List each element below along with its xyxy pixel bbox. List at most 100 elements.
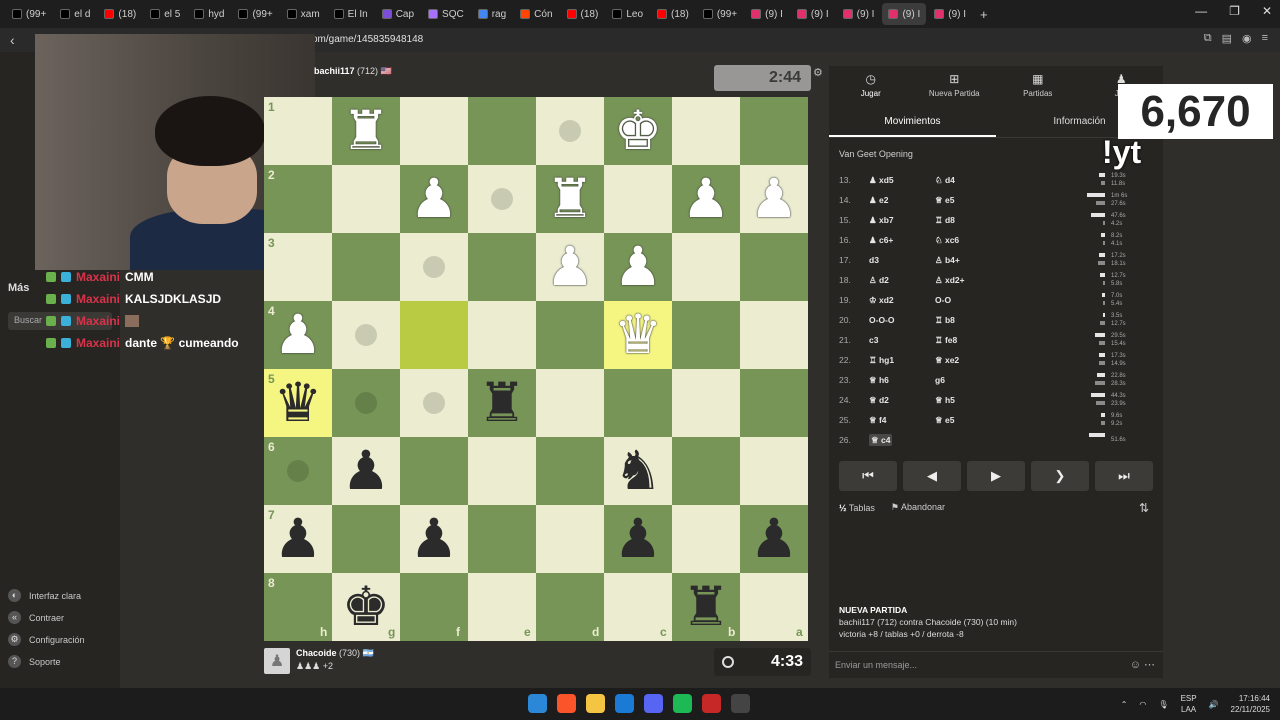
chess-piece[interactable]: ♟ xyxy=(740,165,808,233)
black-move[interactable]: ♘ d4 xyxy=(935,175,1035,186)
black-move[interactable]: ♙ xd2+ xyxy=(935,275,1035,286)
menu-icon[interactable]: ≡ xyxy=(1262,32,1268,45)
next-move-button[interactable]: ▶ xyxy=(967,461,1025,491)
black-move[interactable]: g6 xyxy=(935,375,1035,385)
browser-tab[interactable]: (18) xyxy=(651,3,695,25)
sidebar-item-settings[interactable]: ⚙ Configuración xyxy=(8,633,85,646)
bottom-player-name[interactable]: Chacoide xyxy=(296,648,337,658)
chess-piece[interactable]: ♟ xyxy=(400,505,468,573)
browser-tab[interactable]: (9) I xyxy=(928,3,972,25)
black-move[interactable]: O-O xyxy=(935,295,1035,305)
sidebar-more[interactable]: Más xyxy=(8,282,29,294)
board-square[interactable] xyxy=(672,437,740,505)
maximize-button[interactable]: ❐ xyxy=(1229,4,1240,18)
board-square[interactable] xyxy=(400,97,468,165)
last-move-button[interactable]: ⏭ xyxy=(1095,461,1153,491)
white-move[interactable]: ♟ e2 xyxy=(869,195,935,206)
board-square[interactable] xyxy=(468,233,536,301)
black-move[interactable]: ♕ h5 xyxy=(935,395,1035,406)
board-square[interactable] xyxy=(672,97,740,165)
chess-piece[interactable]: ♟ xyxy=(400,165,468,233)
board-square[interactable] xyxy=(468,437,536,505)
avatar[interactable]: ♟ xyxy=(264,648,290,674)
browser-tab[interactable]: SQC xyxy=(422,3,470,25)
chess-piece[interactable]: ♟ xyxy=(536,233,604,301)
browser-tab[interactable]: (9) I xyxy=(837,3,881,25)
board-square[interactable] xyxy=(468,97,536,165)
message-input[interactable]: Enviar un mensaje... ☺ ⋯ xyxy=(829,651,1163,678)
back-arrow-icon[interactable]: ‹ xyxy=(10,32,15,48)
white-move[interactable]: ♕ f4 xyxy=(869,415,935,426)
move-hint-dot[interactable] xyxy=(423,392,445,414)
board-square[interactable] xyxy=(468,301,536,369)
tab-games[interactable]: ▦ Partidas xyxy=(996,66,1080,104)
wifi-icon[interactable]: ◠ xyxy=(1139,700,1146,709)
board-square[interactable] xyxy=(740,301,808,369)
top-player-name[interactable]: bachii117 xyxy=(314,66,355,76)
browser-tab[interactable]: (99+ xyxy=(232,3,278,25)
white-move[interactable]: ♕ h6 xyxy=(869,375,935,386)
browser-tab[interactable]: rag xyxy=(472,3,512,25)
language-indicator[interactable]: ESP LAA xyxy=(1181,693,1197,715)
brave-icon[interactable] xyxy=(557,694,576,713)
board-square[interactable] xyxy=(672,301,740,369)
board-square[interactable] xyxy=(536,505,604,573)
browser-tab[interactable]: Cap xyxy=(376,3,420,25)
browser-tab[interactable]: el d xyxy=(54,3,96,25)
new-tab-button[interactable]: + xyxy=(974,3,994,25)
move-hint-dot[interactable] xyxy=(559,120,581,142)
white-move[interactable]: ♔ xd2 xyxy=(869,295,935,306)
board-square[interactable] xyxy=(400,437,468,505)
chess-piece[interactable]: ♜ xyxy=(536,165,604,233)
white-move[interactable]: d3 xyxy=(869,255,935,265)
black-move[interactable]: ♙ b4+ xyxy=(935,255,1035,266)
chess-piece[interactable]: ♞ xyxy=(604,437,672,505)
spotify-icon[interactable] xyxy=(673,694,692,713)
chess-piece[interactable]: ♛ xyxy=(264,369,332,437)
chess-piece[interactable]: ♟ xyxy=(740,505,808,573)
browser-tab[interactable]: Cón xyxy=(514,3,558,25)
chess-board[interactable]: 1 2 3 4 5 6 7 8 h g f e d c b a ♜ ♚ ♟ ♜ ♟ ♟ ♟ ♟ ♟ ♛ ♛ ♜ ♟ ♞ ♟ ♟ ♟ ♟ ♚ ♜ xyxy=(264,97,808,641)
white-move[interactable]: ♙ d2 xyxy=(869,275,935,286)
chess-piece[interactable]: ♜ xyxy=(332,97,400,165)
board-square[interactable] xyxy=(332,165,400,233)
browser-tab[interactable]: hyd xyxy=(188,3,230,25)
sidebar-item-support[interactable]: ? Soporte xyxy=(8,655,85,668)
board-square[interactable] xyxy=(740,369,808,437)
draw-button[interactable]: ½ Tablas xyxy=(839,503,875,513)
browser-tab[interactable]: Leo xyxy=(606,3,649,25)
forward-move-button[interactable]: ❯ xyxy=(1031,461,1089,491)
obs-icon[interactable] xyxy=(731,694,750,713)
board-square[interactable] xyxy=(400,301,468,369)
black-move[interactable]: ♕ xe2 xyxy=(935,355,1035,366)
browser-tab[interactable]: El In xyxy=(328,3,374,25)
board-square[interactable] xyxy=(740,437,808,505)
board-square[interactable] xyxy=(672,369,740,437)
move-hint-dot[interactable] xyxy=(491,188,513,210)
sidebar-icon[interactable]: ▤ xyxy=(1222,32,1232,45)
board-square[interactable] xyxy=(740,97,808,165)
board-square[interactable] xyxy=(536,437,604,505)
black-move[interactable]: ♕ e5 xyxy=(935,415,1035,426)
black-move[interactable]: ♖ fe8 xyxy=(935,335,1035,346)
black-move[interactable]: ♘ xc6 xyxy=(935,235,1035,246)
chess-piece[interactable]: ♜ xyxy=(672,573,740,641)
tab-play[interactable]: ◷ Jugar xyxy=(829,66,913,104)
browser-tab[interactable]: (99+ xyxy=(697,3,743,25)
speaker-icon[interactable]: 🔊 xyxy=(1209,700,1219,709)
close-window-button[interactable]: ✕ xyxy=(1262,4,1272,18)
chess-piece[interactable]: ♟ xyxy=(604,505,672,573)
white-move[interactable]: ♕ d2 xyxy=(869,395,935,406)
file-explorer-icon[interactable] xyxy=(586,694,605,713)
bing-icon[interactable] xyxy=(615,694,634,713)
board-square[interactable] xyxy=(536,369,604,437)
system-clock[interactable]: 17:16:44 22/11/2025 xyxy=(1231,693,1270,715)
board-square[interactable] xyxy=(332,233,400,301)
windows-start-icon[interactable] xyxy=(528,694,547,713)
black-move[interactable]: ♖ d8 xyxy=(935,215,1035,226)
white-move[interactable]: ♟ c6+ xyxy=(869,235,935,246)
board-square[interactable] xyxy=(672,233,740,301)
board-square[interactable] xyxy=(332,505,400,573)
chess-piece[interactable]: ♟ xyxy=(264,301,332,369)
tray-chevron-icon[interactable]: ⌃ xyxy=(1121,700,1128,709)
